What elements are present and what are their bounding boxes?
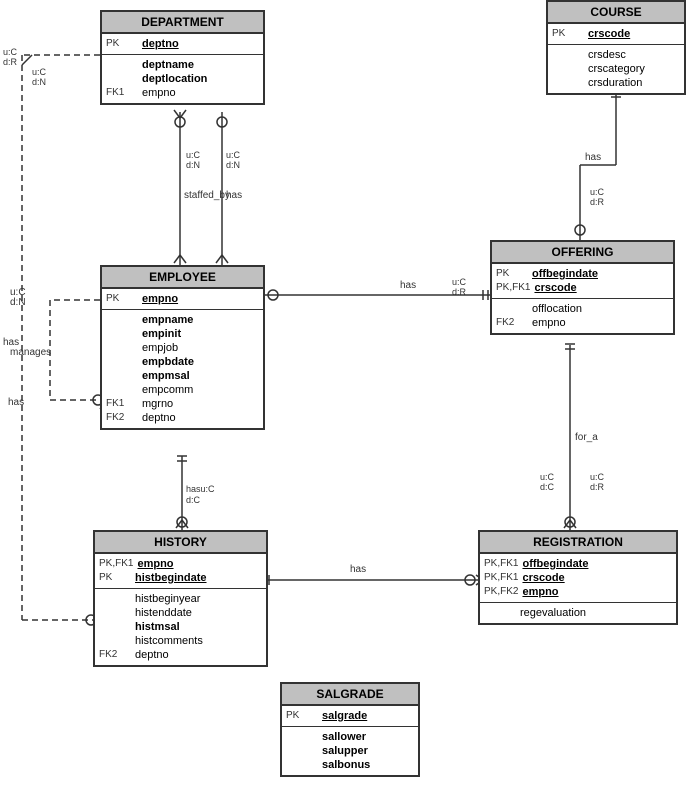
emp-attr-7: deptno [142,412,176,424]
reg-pk-1: crscode [522,572,564,584]
course-attr-2: crsduration [588,77,642,89]
entity-department-pk: PK deptno [102,34,263,55]
emp-attr-0: empname [142,314,193,326]
dept-pk-label: PK [106,38,138,49]
hist-attr-0: histbeginyear [135,593,200,605]
hist-attr-4: deptno [135,649,169,661]
entity-salgrade-attrs: sallower salupper salbonus [282,727,418,775]
svg-text:u:C: u:C [540,472,555,482]
entity-salgrade-title: SALGRADE [282,684,418,706]
emp-pk-attr: empno [142,293,178,305]
svg-text:u:C: u:C [226,150,241,160]
emp-attr-1: empinit [142,328,181,340]
emp-attr-5: empcomm [142,384,193,396]
hist-attr-1: histenddate [135,607,192,619]
hist-attr-2: histmsal [135,621,180,633]
hist-pk-1: histbegindate [135,572,207,584]
dept-attr-2: empno [142,87,176,99]
entity-offering: OFFERING PK offbegindate PK,FK1 crscode … [490,240,675,335]
emp-attr-3: empbdate [142,356,194,368]
hist-pk-0: empno [137,558,173,570]
svg-text:d:N: d:N [10,297,26,308]
course-pk-0: crscode [588,28,630,40]
dept-attr-1: deptlocation [142,73,207,85]
dept-pk-attr: deptno [142,38,179,50]
emp-attr-2: empjob [142,342,178,354]
off-pk-1: crscode [534,282,576,294]
svg-text:d:R: d:R [452,287,467,297]
entity-employee-title: EMPLOYEE [102,267,263,289]
entity-offering-attrs: offlocation FK2 empno [492,299,673,333]
entity-history-title: HISTORY [95,532,266,554]
entity-history-attrs: histbeginyear histenddate histmsal histc… [95,589,266,665]
entity-salgrade: SALGRADE PK salgrade sallower salupper s… [280,682,420,777]
entity-employee: EMPLOYEE PK empno empname empinit empjob [100,265,265,430]
entity-offering-pk: PK offbegindate PK,FK1 crscode [492,264,673,299]
course-attr-1: crscategory [588,63,645,75]
svg-text:d:N: d:N [226,160,240,170]
svg-text:u:C: u:C [452,277,467,287]
entity-offering-title: OFFERING [492,242,673,264]
off-attr-0: offlocation [532,303,582,315]
svg-text:u:C: u:C [10,287,26,298]
entity-employee-pk: PK empno [102,289,263,310]
hist-attr-3: histcomments [135,635,203,647]
svg-text:u:C: u:C [186,150,201,160]
emp-attr-4: empmsal [142,370,190,382]
svg-text:staffed_by: staffed_by [184,190,230,201]
svg-text:has: has [350,564,366,575]
svg-text:u:C: u:C [3,47,18,57]
entity-course-attrs: crsdesc crscategory crsduration [548,45,684,93]
entity-registration-pk: PK,FK1 offbegindate PK,FK1 crscode PK,FK… [480,554,676,603]
off-pk-0: offbegindate [532,268,598,280]
entity-history-pk: PK,FK1 empno PK histbegindate [95,554,266,589]
svg-text:d:R: d:R [590,482,605,492]
svg-text:d:R: d:R [3,57,18,67]
entity-department: DEPARTMENT PK deptno deptname deptlocati… [100,10,265,105]
entity-registration: REGISTRATION PK,FK1 offbegindate PK,FK1 … [478,530,678,625]
svg-text:u:C: u:C [590,187,605,197]
entity-salgrade-pk: PK salgrade [282,706,418,727]
svg-text:u:C: u:C [32,67,47,77]
entity-course-pk: PK crscode [548,24,684,45]
entity-registration-title: REGISTRATION [480,532,676,554]
off-attr-1: empno [532,317,566,329]
entity-department-title: DEPARTMENT [102,12,263,34]
reg-pk-2: empno [522,586,558,598]
reg-attr-0: regevaluation [520,607,586,619]
entity-department-attrs: deptname deptlocation FK1 empno [102,55,263,103]
svg-text:has: has [226,190,242,201]
reg-pk-0: offbegindate [522,558,588,570]
svg-text:d:R: d:R [590,197,605,207]
svg-text:d:N: d:N [32,77,46,87]
entity-history: HISTORY PK,FK1 empno PK histbegindate hi… [93,530,268,667]
svg-text:hasu:C: hasu:C [186,484,215,494]
entity-employee-attrs: empname empinit empjob empbdate empmsal … [102,310,263,428]
entity-course: COURSE PK crscode crsdesc crscategory cr… [546,0,686,95]
svg-text:d:C: d:C [540,482,555,492]
svg-text:has: has [400,280,416,291]
entity-course-title: COURSE [548,2,684,24]
svg-text:d:C: d:C [186,495,201,505]
sal-attr-2: salbonus [322,759,370,771]
svg-text:d:N: d:N [186,160,200,170]
dept-attr-0: deptname [142,59,194,71]
dept-attr-key-2: FK1 [106,87,138,98]
emp-pk-label: PK [106,293,138,304]
svg-text:u:C: u:C [590,472,605,482]
svg-text:has: has [3,337,19,348]
svg-text:for_a: for_a [575,432,598,443]
svg-text:manages: manages [10,347,51,358]
svg-text:has: has [585,152,601,163]
sal-pk-0: salgrade [322,710,367,722]
diagram-container: staffed_by has u:C d:N u:C d:N manages u… [0,0,690,803]
course-attr-0: crsdesc [588,49,626,61]
sal-attr-1: salupper [322,745,368,757]
sal-attr-0: sallower [322,731,366,743]
emp-attr-6: mgrno [142,398,173,410]
entity-registration-attrs: regevaluation [480,603,676,623]
svg-text:has: has [8,397,24,408]
